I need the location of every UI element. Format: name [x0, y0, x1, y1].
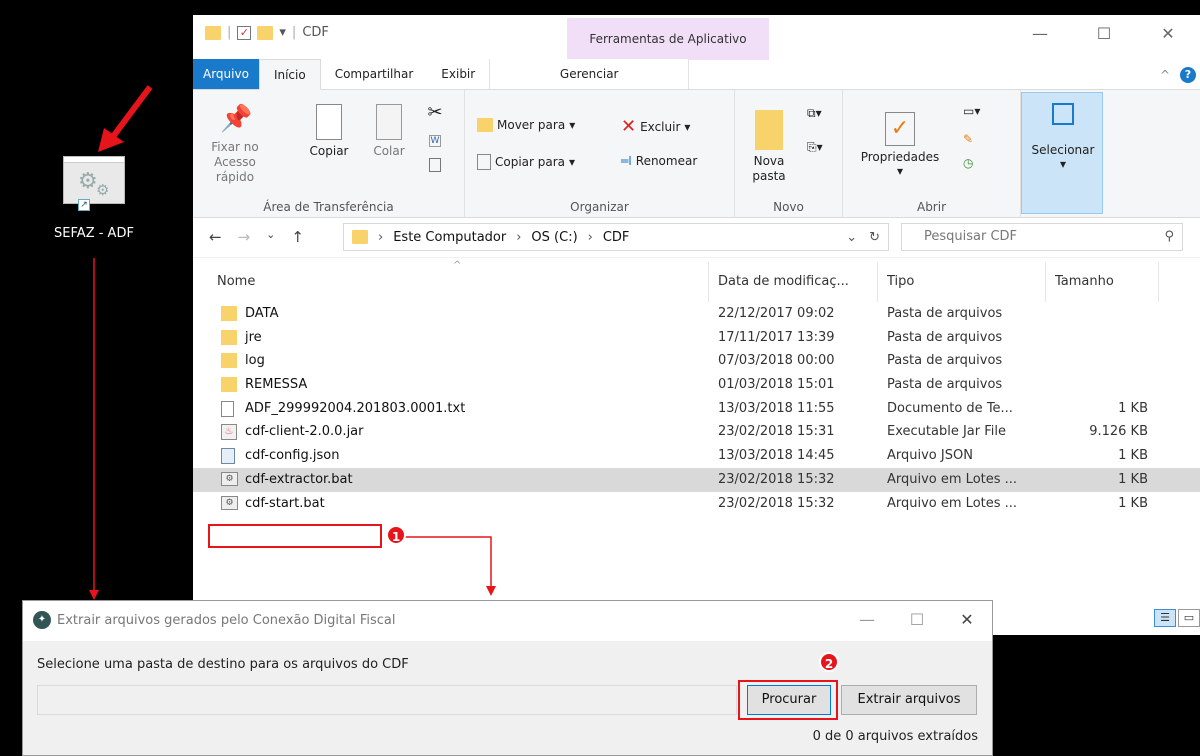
connector-arrow-head — [89, 590, 99, 600]
connector-arrow-head — [486, 586, 496, 596]
step-badge-2: 2 — [819, 652, 839, 672]
highlight-browse-button — [738, 680, 838, 720]
highlight-extractor-file — [208, 524, 382, 548]
annotation-overlay — [89, 85, 496, 600]
step-badge-1: 1 — [386, 525, 406, 545]
connector-line — [404, 536, 492, 588]
pointer-arrow-shaft — [109, 85, 153, 140]
